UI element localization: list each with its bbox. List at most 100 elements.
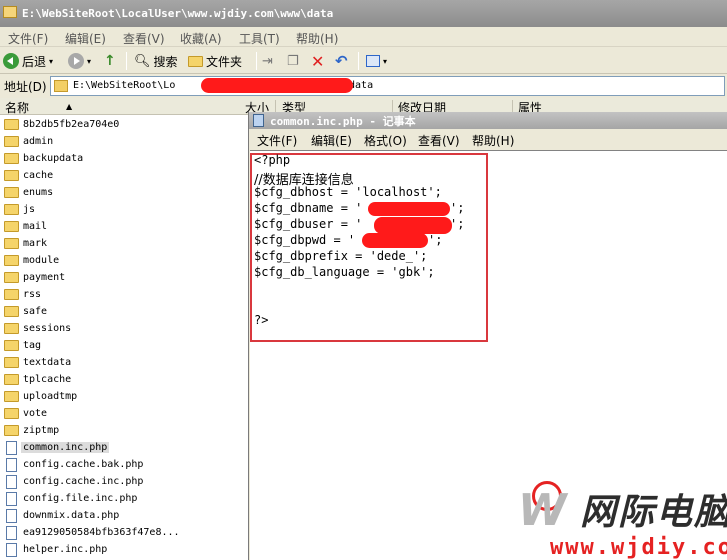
notepad-menu-help[interactable]: 帮助(H): [472, 132, 514, 149]
folder-item[interactable]: enums: [4, 184, 55, 201]
notepad-menu-edit[interactable]: 编辑(E): [311, 132, 352, 149]
item-name: textdata: [23, 357, 72, 368]
folder-item[interactable]: ziptmp: [4, 422, 61, 439]
item-name: mail: [23, 221, 48, 232]
explorer-title-bar: E:\WebSiteRoot\LocalUser\www.wjdiy.com\w…: [0, 0, 727, 27]
code-line: $cfg_dbhost = 'localhost';: [254, 185, 442, 199]
folder-item[interactable]: vote: [4, 405, 49, 422]
logo-w-mark: W: [518, 485, 567, 536]
redaction-mark: [374, 217, 452, 234]
code-line: <?php: [254, 153, 291, 167]
folder-item[interactable]: mark: [4, 235, 49, 252]
file-item[interactable]: config.file.inc.php: [4, 490, 139, 507]
folder-icon: [4, 204, 19, 215]
copy-to-button[interactable]: ❐: [287, 51, 299, 71]
address-input[interactable]: E:\WebSiteRoot\Lo \data: [50, 76, 725, 96]
notepad-menu-view[interactable]: 查看(V): [418, 132, 460, 149]
file-item[interactable]: config.cache.bak.php: [4, 456, 145, 473]
item-name: payment: [23, 272, 66, 283]
file-list: 8b2db5fb2ea704e0 admin backupdata cache enum…: [0, 115, 180, 560]
back-button[interactable]: 后退 ▾: [3, 51, 53, 71]
item-name: downmix.data.php: [23, 510, 120, 521]
window-title: E:\WebSiteRoot\LocalUser\www.wjdiy.com\w…: [22, 7, 334, 20]
folder-icon: [4, 153, 19, 164]
folder-item[interactable]: uploadtmp: [4, 388, 79, 405]
back-label: 后退: [22, 54, 47, 69]
folder-item[interactable]: tplcache: [4, 371, 73, 388]
delete-button[interactable]: ✕: [311, 51, 324, 71]
folder-item[interactable]: js: [4, 201, 37, 218]
folder-item[interactable]: 8b2db5fb2ea704e0: [4, 116, 121, 133]
folder-icon: [4, 187, 19, 198]
notepad-title-bar: common.inc.php - 记事本: [249, 112, 727, 129]
menu-file[interactable]: 文件(F): [8, 30, 48, 47]
file-item[interactable]: helper.inc.php: [4, 541, 109, 558]
menu-edit[interactable]: 编辑(E): [65, 30, 106, 47]
file-icon: [6, 474, 17, 489]
item-name: module: [23, 255, 60, 266]
folder-item[interactable]: payment: [4, 269, 67, 286]
folder-item[interactable]: sessions: [4, 320, 73, 337]
folder-icon: [4, 289, 19, 300]
file-item[interactable]: common.inc.php: [4, 439, 110, 456]
folder-item[interactable]: mail: [4, 218, 49, 235]
file-item[interactable]: config.cache.inc.php: [4, 473, 145, 490]
code-line: $cfg_dbname = ': [254, 201, 363, 215]
folder-icon: [4, 391, 19, 402]
up-folder-button[interactable]: ↑: [104, 51, 116, 71]
views-button[interactable]: ▾: [366, 51, 387, 71]
item-name: ea9129050584bfb363f47e8...: [23, 527, 180, 538]
folder-item[interactable]: backupdata: [4, 150, 85, 167]
code-line: ?>: [254, 313, 269, 327]
item-name: common.inc.php: [21, 442, 110, 453]
folder-item[interactable]: module: [4, 252, 61, 269]
search-icon: 🔍︎: [134, 53, 151, 69]
menu-help[interactable]: 帮助(H): [296, 30, 338, 47]
move-to-button[interactable]: ⇥: [262, 51, 273, 71]
file-icon: [6, 491, 17, 506]
notepad-menu-format[interactable]: 格式(O): [364, 132, 407, 149]
folder-item[interactable]: safe: [4, 303, 49, 320]
address-value-start: E:\WebSiteRoot\Lo: [73, 80, 176, 91]
folder-item[interactable]: rss: [4, 286, 43, 303]
folder-icon: [4, 238, 19, 249]
redaction-mark: [201, 78, 353, 93]
item-name: cache: [23, 170, 54, 181]
watermark-brand: 网际电脑: [580, 492, 727, 533]
folder-icon: [4, 425, 19, 436]
item-name: safe: [23, 306, 48, 317]
undo-button[interactable]: ↶: [335, 51, 348, 71]
watermark-url: www.wjdiy.com: [550, 535, 727, 560]
folder-item[interactable]: tag: [4, 337, 43, 354]
code-line: $cfg_dbpwd = ': [254, 233, 356, 247]
menu-favorites[interactable]: 收藏(A): [180, 30, 222, 47]
column-name[interactable]: 名称: [5, 99, 29, 116]
folder-icon: [188, 55, 203, 67]
chevron-down-icon: ▾: [87, 56, 92, 66]
notepad-title: common.inc.php - 记事本: [270, 115, 416, 128]
back-arrow-icon: [3, 53, 19, 69]
folder-item[interactable]: cache: [4, 167, 55, 184]
menu-tools[interactable]: 工具(T): [239, 30, 280, 47]
file-item[interactable]: downmix.data.php: [4, 507, 121, 524]
copy-to-icon: ❐: [287, 53, 299, 69]
folder-item[interactable]: textdata: [4, 354, 73, 371]
notepad-menu-file[interactable]: 文件(F): [257, 132, 297, 149]
menu-view[interactable]: 查看(V): [123, 30, 165, 47]
folder-item[interactable]: admin: [4, 133, 55, 150]
notepad-icon: [253, 114, 264, 127]
menu-bar: 文件(F) 编辑(E) 查看(V) 收藏(A) 工具(T) 帮助(H): [0, 27, 727, 47]
folder-icon: [4, 340, 19, 351]
forward-button[interactable]: ▾: [68, 51, 91, 71]
move-to-icon: ⇥: [262, 53, 273, 69]
item-name: vote: [23, 408, 48, 419]
file-icon: [6, 457, 17, 472]
folder-icon: [54, 80, 68, 92]
address-bar: 地址(D) E:\WebSiteRoot\Lo \data: [0, 75, 727, 97]
search-label: 搜索: [153, 54, 178, 69]
address-label: 地址(D): [4, 80, 47, 94]
file-item[interactable]: ea9129050584bfb363f47e8...: [4, 524, 182, 541]
item-name: rss: [23, 289, 42, 300]
search-button[interactable]: 🔍︎ 搜索: [134, 51, 178, 71]
folders-button[interactable]: 文件夹: [188, 51, 242, 71]
